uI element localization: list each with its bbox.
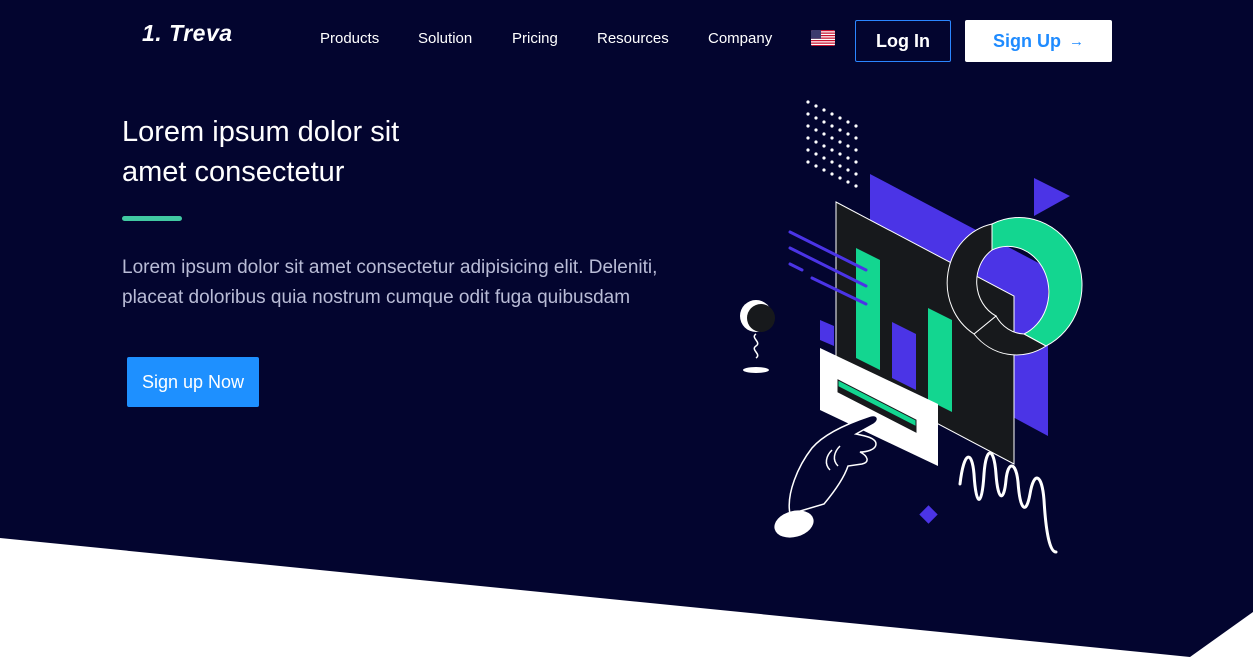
hero-description: Lorem ipsum dolor sit amet consectetur a… — [122, 257, 658, 308]
headline-accent-bar — [122, 216, 182, 221]
login-button-label: Log In — [876, 30, 930, 51]
small-cube-decoration — [820, 320, 834, 346]
arrow-right-icon: → — [1069, 32, 1084, 50]
pointing-hand-icon — [774, 414, 879, 538]
nav-link-resources[interactable]: Resources — [597, 30, 669, 47]
triangle-decoration — [1034, 178, 1070, 216]
diamond-decoration — [919, 505, 938, 524]
wave-line-decoration — [958, 451, 1058, 554]
signup-button[interactable]: Sign Up → — [965, 20, 1112, 62]
signup-now-button[interactable]: Sign up Now — [127, 357, 259, 407]
hero-headline: Lorem ipsum dolor sit amet consectetur — [122, 116, 400, 188]
nav-link-solution[interactable]: Solution — [418, 30, 472, 47]
nav-link-products[interactable]: Products — [320, 30, 379, 47]
dot-grid-decoration — [806, 100, 858, 188]
moon-orb-decoration — [740, 300, 775, 373]
analytics-illustration — [740, 100, 1083, 554]
login-button[interactable]: Log In — [855, 20, 951, 62]
nav-link-company[interactable]: Company — [708, 30, 772, 47]
signup-button-label: Sign Up — [993, 30, 1061, 51]
brand-logo[interactable]: 1. Treva — [142, 20, 233, 47]
nav-link-pricing[interactable]: Pricing — [512, 30, 558, 47]
us-flag-icon[interactable] — [811, 30, 835, 46]
